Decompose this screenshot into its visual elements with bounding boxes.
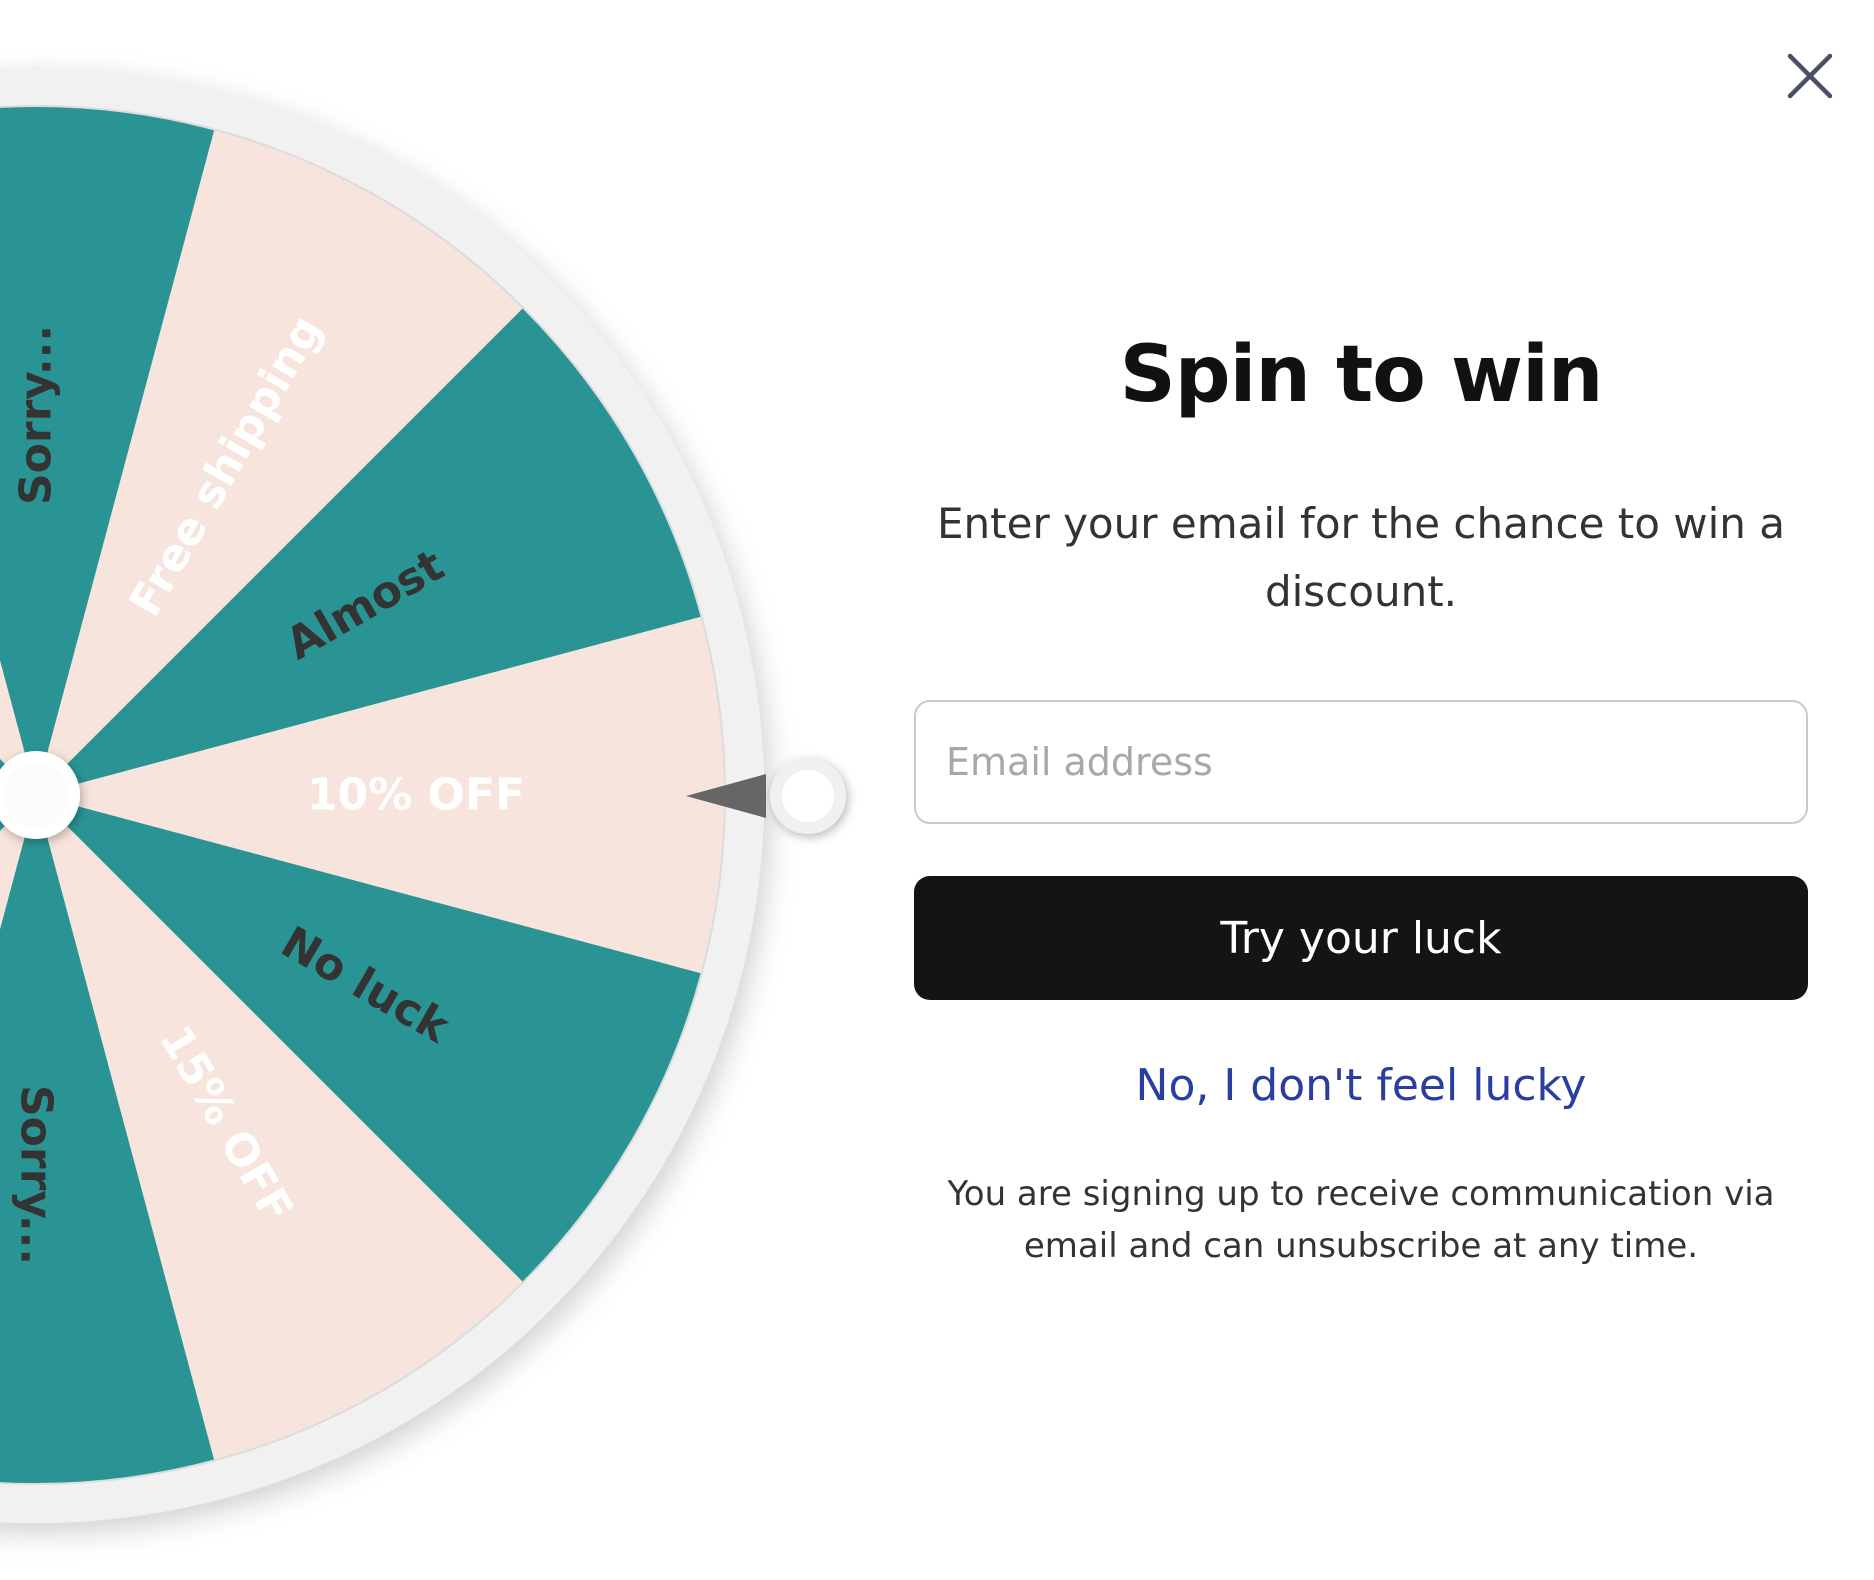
wheel-hub-center: [4, 763, 68, 827]
try-your-luck-button[interactable]: Try your luck: [914, 876, 1808, 1000]
wheel-segment-label: Sorry...: [11, 1085, 62, 1265]
popup-subtitle: Enter your email for the chance to win a…: [936, 499, 1786, 616]
wheel-segment-label: Sorry...: [11, 325, 62, 505]
prize-wheel-graphic: 10% OFFAlmostFree shippingSorry...Sorry.…: [0, 67, 846, 1523]
prize-wheel: 10% OFF Almost Free shipping Sorry... Sorry.…: [0, 0, 860, 1580]
disclaimer-text: You are signing up to receive communicat…: [947, 1174, 1775, 1266]
spin-to-win-popup: 10% OFF Almost Free shipping Sorry... Sorry.…: [0, 0, 1874, 1580]
wheel-pointer-knob-center: [782, 770, 834, 822]
decline-link[interactable]: No, I don't feel lucky: [914, 1056, 1808, 1116]
popup-title: Spin to win: [1119, 330, 1604, 420]
email-input[interactable]: [914, 700, 1808, 824]
wheel-segment-label: 10% OFF: [307, 770, 525, 821]
signup-form: Spin to win Enter your email for the cha…: [914, 0, 1808, 1580]
